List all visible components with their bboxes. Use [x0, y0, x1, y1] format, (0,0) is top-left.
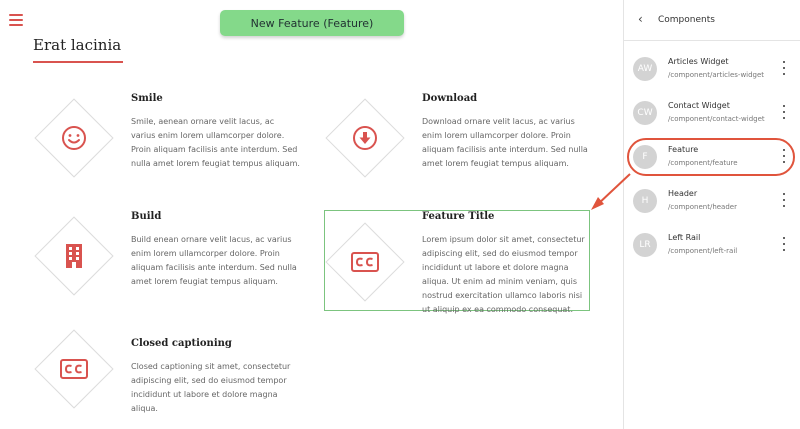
title-underline: [33, 61, 123, 63]
feature-icon-frame: [324, 221, 406, 303]
feature-title: Build: [131, 211, 162, 222]
component-name: Header: [668, 189, 698, 198]
feature-title: Feature Title: [422, 211, 495, 222]
feature-body: Build enean ornare velit lacus, ac variu…: [131, 235, 297, 286]
components-panel: ‹ Components AW Articles Widget /compone…: [623, 0, 800, 429]
panel-title: Components: [658, 15, 715, 25]
feature-icon-frame: [324, 97, 406, 179]
more-options-icon[interactable]: [780, 61, 788, 75]
highlight-annotation: [627, 138, 795, 176]
component-path: /component/left-rail: [668, 247, 738, 255]
new-feature-button[interactable]: New Feature (Feature): [220, 10, 404, 36]
component-name: Left Rail: [668, 233, 701, 242]
component-name: Contact Widget: [668, 101, 730, 110]
avatar: H: [633, 189, 657, 213]
hamburger-menu-icon[interactable]: [9, 14, 23, 28]
feature-title: Smile: [131, 93, 163, 104]
avatar: LR: [633, 233, 657, 257]
feature-title: Closed captioning: [131, 338, 232, 349]
more-options-icon[interactable]: [780, 237, 788, 251]
feature-icon-frame: [33, 328, 115, 410]
more-options-icon[interactable]: [780, 193, 788, 207]
page-title: Erat lacinia: [33, 36, 122, 54]
component-item-header[interactable]: H Header /component/header: [624, 178, 800, 222]
canvas: New Feature (Feature) Erat lacinia Smile…: [0, 0, 623, 429]
feature-body: Closed captioning sit amet, consectetur …: [131, 362, 291, 413]
component-item-left-rail[interactable]: LR Left Rail /component/left-rail: [624, 222, 800, 266]
feature-body: Lorem ipsum dolor sit amet, consectetur …: [422, 235, 585, 314]
closed-captioning-icon: [60, 359, 88, 379]
component-name: Articles Widget: [668, 57, 729, 66]
feature-body: Smile, aenean ornare velit lacus, ac var…: [131, 117, 300, 168]
panel-header: ‹ Components: [624, 0, 800, 41]
closed-captioning-icon: [351, 252, 379, 272]
component-item-contact-widget[interactable]: CW Contact Widget /component/contact-wid…: [624, 90, 800, 134]
download-icon: [353, 126, 377, 150]
component-item-articles-widget[interactable]: AW Articles Widget /component/articles-w…: [624, 46, 800, 90]
component-path: /component/articles-widget: [668, 71, 765, 79]
feature-body: Download ornare velit lacus, ac varius e…: [422, 117, 588, 168]
more-options-icon[interactable]: [780, 105, 788, 119]
feature-icon-frame: [33, 215, 115, 297]
chevron-left-icon[interactable]: ‹: [638, 12, 650, 28]
component-path: /component/contact-widget: [668, 115, 765, 123]
smile-icon: [62, 126, 86, 150]
component-path: /component/header: [668, 203, 737, 211]
building-icon: [66, 244, 82, 268]
avatar: CW: [633, 101, 657, 125]
avatar: AW: [633, 57, 657, 81]
feature-icon-frame: [33, 97, 115, 179]
feature-title: Download: [422, 93, 478, 104]
